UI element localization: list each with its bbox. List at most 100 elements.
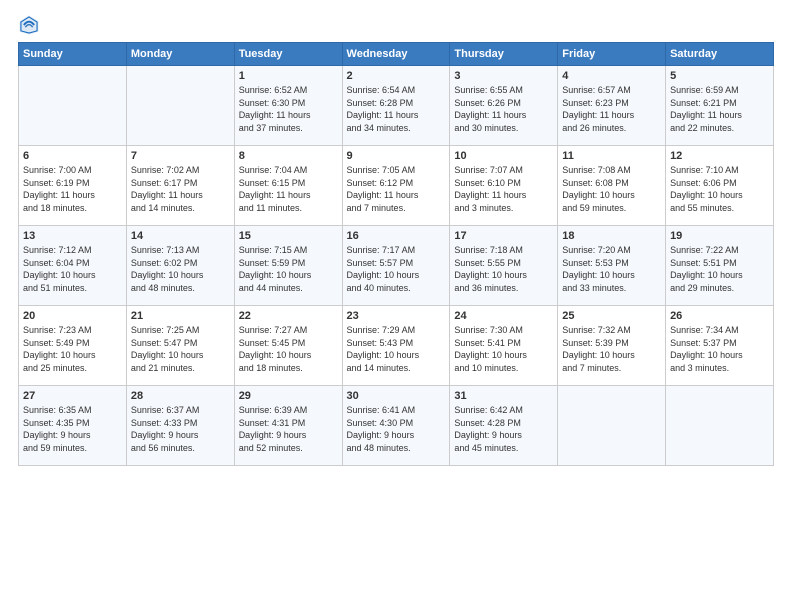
day-info: Sunrise: 7:20 AM Sunset: 5:53 PM Dayligh… (562, 244, 661, 294)
day-number: 2 (347, 70, 446, 82)
calendar-row-3: 20Sunrise: 7:23 AM Sunset: 5:49 PM Dayli… (19, 306, 774, 386)
calendar-row-4: 27 Sunrise: 6:35 AM Sunset: 4:35 PM Dayli… (19, 386, 774, 466)
day-info: Sunrise: 7:02 AM Sunset: 6:17 PM Dayligh… (131, 164, 230, 214)
day-info: Sunrise: 7:18 AM Sunset: 5:55 PM Dayligh… (454, 244, 553, 294)
calendar-cell: 7 Sunrise: 7:02 AM Sunset: 6:17 PM Daylig… (126, 146, 234, 226)
day-number: 21 (131, 310, 230, 322)
calendar-cell: 23 Sunrise: 7:29 AM Sunset: 5:43 PM Dayli… (342, 306, 450, 386)
calendar-cell: 20Sunrise: 7:23 AM Sunset: 5:49 PM Dayli… (19, 306, 127, 386)
day-info: Sunrise: 7:17 AM Sunset: 5:57 PM Dayligh… (347, 244, 446, 294)
day-number: 11 (562, 150, 661, 162)
calendar-cell: 17 Sunrise: 7:18 AM Sunset: 5:55 PM Dayli… (450, 226, 558, 306)
calendar-row-1: 6 Sunrise: 7:00 AM Sunset: 6:19 PM Daylig… (19, 146, 774, 226)
header-cell-monday: Monday (126, 43, 234, 66)
day-number: 30 (347, 390, 446, 402)
calendar-row-0: 1Sunrise: 6:52 AM Sunset: 6:30 PM Daylig… (19, 66, 774, 146)
day-number: 17 (454, 230, 553, 242)
header-cell-saturday: Saturday (666, 43, 774, 66)
calendar-cell: 1Sunrise: 6:52 AM Sunset: 6:30 PM Daylig… (234, 66, 342, 146)
calendar-cell: 26Sunrise: 7:34 AM Sunset: 5:37 PM Dayli… (666, 306, 774, 386)
day-info: Sunrise: 6:59 AM Sunset: 6:21 PM Dayligh… (670, 84, 769, 134)
day-info: Sunrise: 6:55 AM Sunset: 6:26 PM Dayligh… (454, 84, 553, 134)
calendar-cell: 5Sunrise: 6:59 AM Sunset: 6:21 PM Daylig… (666, 66, 774, 146)
day-number: 7 (131, 150, 230, 162)
day-info: Sunrise: 7:32 AM Sunset: 5:39 PM Dayligh… (562, 324, 661, 374)
day-info: Sunrise: 6:37 AM Sunset: 4:33 PM Dayligh… (131, 404, 230, 454)
day-info: Sunrise: 7:00 AM Sunset: 6:19 PM Dayligh… (23, 164, 122, 214)
day-number: 13 (23, 230, 122, 242)
calendar-cell: 16 Sunrise: 7:17 AM Sunset: 5:57 PM Dayli… (342, 226, 450, 306)
day-number: 4 (562, 70, 661, 82)
day-number: 31 (454, 390, 553, 402)
day-info: Sunrise: 6:41 AM Sunset: 4:30 PM Dayligh… (347, 404, 446, 454)
calendar-cell: 29Sunrise: 6:39 AM Sunset: 4:31 PM Dayli… (234, 386, 342, 466)
day-info: Sunrise: 6:35 AM Sunset: 4:35 PM Dayligh… (23, 404, 122, 454)
day-info: Sunrise: 7:15 AM Sunset: 5:59 PM Dayligh… (239, 244, 338, 294)
calendar-body: 1Sunrise: 6:52 AM Sunset: 6:30 PM Daylig… (19, 66, 774, 466)
calendar-cell: 18 Sunrise: 7:20 AM Sunset: 5:53 PM Dayli… (558, 226, 666, 306)
logo-icon (18, 14, 40, 36)
day-number: 14 (131, 230, 230, 242)
day-info: Sunrise: 7:12 AM Sunset: 6:04 PM Dayligh… (23, 244, 122, 294)
day-info: Sunrise: 6:54 AM Sunset: 6:28 PM Dayligh… (347, 84, 446, 134)
calendar-cell (126, 66, 234, 146)
page: SundayMondayTuesdayWednesdayThursdayFrid… (0, 0, 792, 476)
day-info: Sunrise: 7:34 AM Sunset: 5:37 PM Dayligh… (670, 324, 769, 374)
calendar-cell: 14 Sunrise: 7:13 AM Sunset: 6:02 PM Dayli… (126, 226, 234, 306)
calendar-cell: 13 Sunrise: 7:12 AM Sunset: 6:04 PM Dayli… (19, 226, 127, 306)
calendar-cell (666, 386, 774, 466)
day-number: 8 (239, 150, 338, 162)
day-number: 6 (23, 150, 122, 162)
calendar-cell: 6 Sunrise: 7:00 AM Sunset: 6:19 PM Daylig… (19, 146, 127, 226)
day-number: 20 (23, 310, 122, 322)
day-number: 9 (347, 150, 446, 162)
day-info: Sunrise: 6:52 AM Sunset: 6:30 PM Dayligh… (239, 84, 338, 134)
day-number: 28 (131, 390, 230, 402)
calendar-cell (19, 66, 127, 146)
day-number: 19 (670, 230, 769, 242)
calendar-cell: 15 Sunrise: 7:15 AM Sunset: 5:59 PM Dayli… (234, 226, 342, 306)
day-info: Sunrise: 7:29 AM Sunset: 5:43 PM Dayligh… (347, 324, 446, 374)
header (18, 14, 774, 36)
day-number: 22 (239, 310, 338, 322)
calendar-cell: 19 Sunrise: 7:22 AM Sunset: 5:51 PM Dayli… (666, 226, 774, 306)
day-info: Sunrise: 7:25 AM Sunset: 5:47 PM Dayligh… (131, 324, 230, 374)
header-cell-wednesday: Wednesday (342, 43, 450, 66)
day-number: 27 (23, 390, 122, 402)
calendar-cell: 8 Sunrise: 7:04 AM Sunset: 6:15 PM Daylig… (234, 146, 342, 226)
day-number: 24 (454, 310, 553, 322)
day-info: Sunrise: 7:08 AM Sunset: 6:08 PM Dayligh… (562, 164, 661, 214)
calendar-cell: 21 Sunrise: 7:25 AM Sunset: 5:47 PM Dayli… (126, 306, 234, 386)
day-info: Sunrise: 7:30 AM Sunset: 5:41 PM Dayligh… (454, 324, 553, 374)
calendar-header: SundayMondayTuesdayWednesdayThursdayFrid… (19, 43, 774, 66)
day-number: 16 (347, 230, 446, 242)
header-cell-sunday: Sunday (19, 43, 127, 66)
day-number: 10 (454, 150, 553, 162)
calendar-cell: 30 Sunrise: 6:41 AM Sunset: 4:30 PM Dayli… (342, 386, 450, 466)
calendar-cell (558, 386, 666, 466)
day-number: 15 (239, 230, 338, 242)
calendar-cell: 9Sunrise: 7:05 AM Sunset: 6:12 PM Daylig… (342, 146, 450, 226)
day-info: Sunrise: 6:42 AM Sunset: 4:28 PM Dayligh… (454, 404, 553, 454)
day-number: 18 (562, 230, 661, 242)
header-cell-tuesday: Tuesday (234, 43, 342, 66)
calendar-cell: 2 Sunrise: 6:54 AM Sunset: 6:28 PM Daylig… (342, 66, 450, 146)
calendar-table: SundayMondayTuesdayWednesdayThursdayFrid… (18, 42, 774, 466)
day-info: Sunrise: 7:10 AM Sunset: 6:06 PM Dayligh… (670, 164, 769, 214)
calendar-cell: 22Sunrise: 7:27 AM Sunset: 5:45 PM Dayli… (234, 306, 342, 386)
calendar-cell: 24 Sunrise: 7:30 AM Sunset: 5:41 PM Dayli… (450, 306, 558, 386)
calendar-cell: 27 Sunrise: 6:35 AM Sunset: 4:35 PM Dayli… (19, 386, 127, 466)
day-info: Sunrise: 6:57 AM Sunset: 6:23 PM Dayligh… (562, 84, 661, 134)
calendar-cell: 3Sunrise: 6:55 AM Sunset: 6:26 PM Daylig… (450, 66, 558, 146)
day-info: Sunrise: 7:22 AM Sunset: 5:51 PM Dayligh… (670, 244, 769, 294)
day-info: Sunrise: 7:13 AM Sunset: 6:02 PM Dayligh… (131, 244, 230, 294)
day-number: 12 (670, 150, 769, 162)
header-cell-friday: Friday (558, 43, 666, 66)
calendar-cell: 10Sunrise: 7:07 AM Sunset: 6:10 PM Dayli… (450, 146, 558, 226)
day-number: 23 (347, 310, 446, 322)
day-info: Sunrise: 7:04 AM Sunset: 6:15 PM Dayligh… (239, 164, 338, 214)
header-cell-thursday: Thursday (450, 43, 558, 66)
calendar-row-2: 13 Sunrise: 7:12 AM Sunset: 6:04 PM Dayli… (19, 226, 774, 306)
day-number: 25 (562, 310, 661, 322)
calendar-cell: 28 Sunrise: 6:37 AM Sunset: 4:33 PM Dayli… (126, 386, 234, 466)
